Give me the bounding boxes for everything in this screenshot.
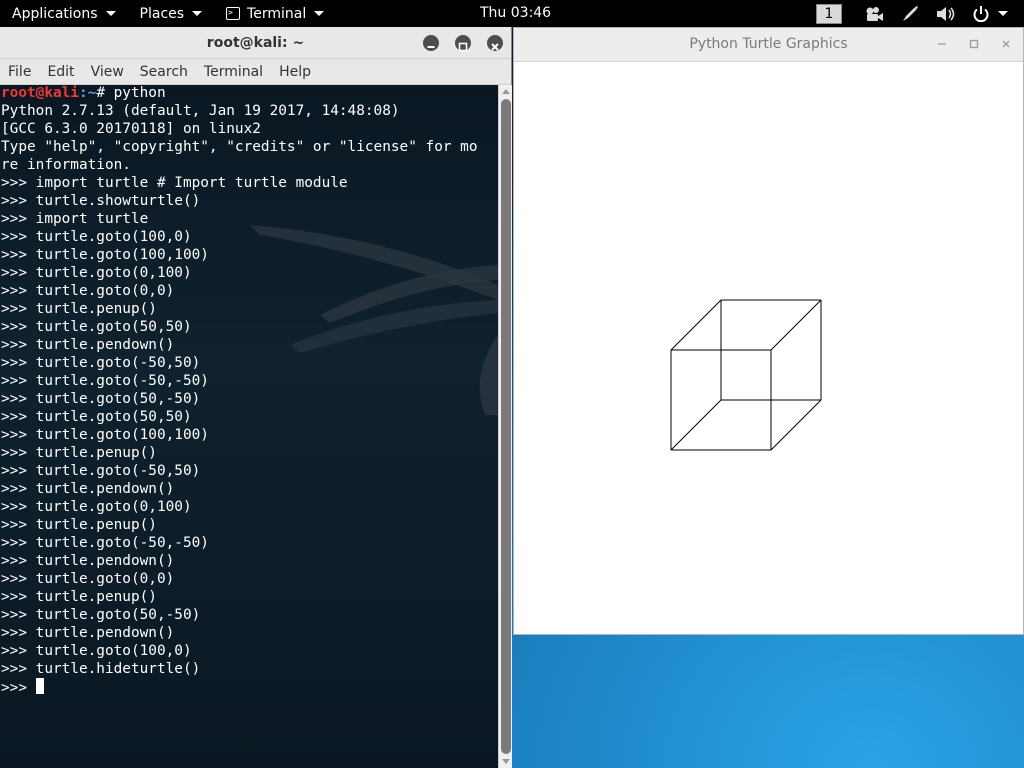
video-camera-icon[interactable] [862,4,886,24]
places-label: Places [139,5,185,22]
scroll-down-icon[interactable] [502,759,510,764]
minimize-button[interactable] [423,35,439,51]
terminal-line: >>> turtle.goto(-50,50) [1,463,201,479]
terminal-line: >>> turtle.goto(100,0) [1,643,192,659]
menu-view[interactable]: View [83,64,132,80]
close-icon [491,43,499,51]
maximize-icon [458,42,468,52]
terminal-line: [GCC 6.3.0 20170118] on linux2 [1,121,261,137]
terminal-line: >>> turtle.goto(0,0) [1,571,175,587]
terminal-scrollbar[interactable] [498,85,512,768]
maximize-button[interactable] [967,37,981,51]
cube-edge [770,299,822,351]
terminal-line: >>> turtle.penup() [1,589,157,605]
terminal-line: >>> turtle.goto(-50,50) [1,355,201,371]
system-tray: 1 [816,0,1024,27]
terminal-line: >>> turtle.pendown() [1,625,175,641]
menu-help[interactable]: Help [271,64,319,80]
turtle-canvas[interactable] [516,63,1022,631]
terminal-line: >>> turtle.pendown() [1,553,175,569]
scroll-up-icon[interactable] [502,89,510,94]
terminal-line: >>> turtle.goto(50,50) [1,319,192,335]
minimize-icon [938,43,946,45]
close-button[interactable] [487,35,503,51]
terminal-output[interactable]: root@kali:~# python Python 2.7.13 (defau… [0,85,498,768]
terminal-line: >>> turtle.goto(50,-50) [1,391,201,407]
terminal-line: >>> import turtle # Import turtle module [1,175,348,191]
chevron-down-icon [105,11,116,16]
scrollbar-thumb[interactable] [501,99,511,754]
terminal-line: Python 2.7.13 (default, Jan 19 2017, 14:… [1,103,400,119]
terminal-line: >>> turtle.goto(0,0) [1,283,175,299]
terminal-line: >>> turtle.pendown() [1,337,175,353]
workspace-indicator[interactable]: 1 [816,3,842,24]
terminal-line: >>> turtle.penup() [1,517,157,533]
prompt-path: :~ [78,85,97,101]
terminal-line: >>> turtle.goto(0,100) [1,265,192,281]
maximize-icon [969,39,979,49]
terminal-line: >>> import turtle [1,211,149,227]
places-menu[interactable]: Places [128,0,215,27]
terminal-line: >>> turtle.goto(50,50) [1,409,192,425]
terminal-line: >>> turtle.pendown() [1,481,175,497]
terminal-icon: > [226,7,241,20]
terminal-text: root@kali:~# python Python 2.7.13 (defau… [1,85,478,697]
turtle-graphics-window: Python Turtle Graphics [513,27,1024,635]
terminal-line: >>> turtle.goto(100,100) [1,427,209,443]
top-bar: Applications Places > Terminal Thu 03:46 … [0,0,1024,27]
terminal-line: >>> turtle.goto(0,100) [1,499,192,515]
chevron-down-icon [314,11,325,16]
cube-edge [770,399,822,451]
terminal-line: >>> turtle.goto(-50,-50) [1,373,209,389]
terminal-line: >>> turtle.hideturtle() [1,661,201,677]
prompt-command: # python [96,85,166,101]
terminal-line: >>> turtle.showturtle() [1,193,201,209]
terminal-window: root@kali: ~ File Edit View Search Termi… [0,27,512,768]
terminal-titlebar[interactable]: root@kali: ~ [0,27,511,59]
terminal-window-title: root@kali: ~ [206,35,305,51]
terminal-app-label: Terminal [247,5,307,22]
cube-edge [670,399,722,451]
minimize-icon [427,46,435,48]
volume-icon[interactable] [934,4,958,24]
final-prompt: >>> [1,680,36,696]
terminal-line: >>> turtle.goto(100,0) [1,229,192,245]
menu-edit[interactable]: Edit [39,64,82,80]
chevron-down-icon [998,11,1008,16]
terminal-line: re information. [1,157,131,173]
minimize-button[interactable] [935,37,949,51]
prompt-user: root@kali [1,85,79,101]
text-cursor [35,678,44,694]
applications-menu[interactable]: Applications [0,0,128,27]
menu-file[interactable]: File [0,64,39,80]
terminal-line: Type "help", "copyright", "credits" or "… [1,139,478,155]
terminal-line: >>> turtle.goto(100,100) [1,247,209,263]
terminal-line: >>> turtle.penup() [1,445,157,461]
applications-label: Applications [12,5,98,22]
terminal-line: >>> turtle.goto(50,-50) [1,607,201,623]
close-button[interactable] [999,37,1013,51]
menu-terminal[interactable]: Terminal [196,64,271,80]
close-icon [1002,40,1010,48]
terminal-line: >>> turtle.penup() [1,301,157,317]
pen-icon[interactable] [898,4,922,24]
menu-search[interactable]: Search [132,64,196,80]
terminal-menubar: File Edit View Search Terminal Help [0,59,511,85]
power-icon[interactable] [970,4,1010,24]
cube-edge [670,299,722,351]
turtle-titlebar[interactable]: Python Turtle Graphics [514,28,1023,62]
turtle-window-title: Python Turtle Graphics [689,36,848,52]
terminal-app-menu[interactable]: > Terminal [214,0,336,27]
terminal-line: >>> turtle.goto(-50,-50) [1,535,209,551]
maximize-button[interactable] [455,35,471,52]
clock[interactable]: Thu 03:46 [480,0,551,27]
chevron-down-icon [192,11,203,16]
